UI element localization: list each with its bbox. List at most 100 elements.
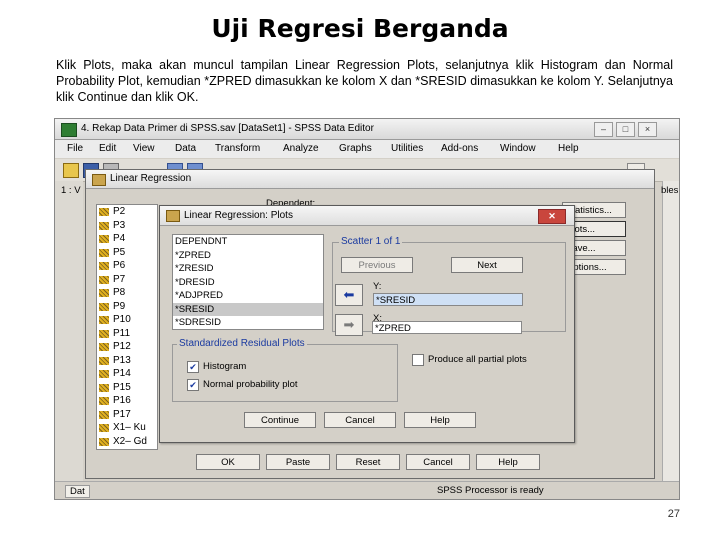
ok-button[interactable]: OK [196,454,260,470]
partial-plots-checkbox[interactable] [412,354,424,366]
variable-label: P12 [113,341,131,352]
variable-label: P9 [113,300,126,312]
source-item[interactable]: *ADJPRED [173,289,323,303]
slide-title: Uji Regresi Berganda [211,14,509,43]
variable-label: P6 [113,260,126,271]
move-to-y-arrow-icon[interactable]: ⬅ [335,284,363,306]
scale-variable-icon [99,424,109,432]
grid-icon [92,174,106,186]
variable-item[interactable]: P14 [97,367,157,381]
plots-help-button[interactable]: Help [404,412,476,428]
y-label: Y: [373,281,382,292]
close-icon[interactable]: ✕ [538,209,566,224]
scale-variable-icon [99,370,109,378]
variable-item[interactable]: P3 [97,219,157,233]
instruction-paragraph: Klik Plots, maka akan muncul tampilan Li… [56,58,673,104]
close-icon[interactable]: × [638,122,657,137]
scatter-group: Scatter 1 of 1 Previous Next Y: *SRESID … [332,236,566,332]
cancel-button[interactable]: Cancel [406,454,470,470]
help-button[interactable]: Help [476,454,540,470]
menu-analyze[interactable]: Analyze [283,143,319,154]
scale-variable-icon [99,235,109,243]
cut-text-right: bles [661,185,679,196]
variable-item[interactable]: P4 [97,232,157,246]
source-item[interactable]: DEPENDNT [173,235,323,249]
source-item[interactable]: *DRESID [173,276,323,290]
variable-label: P2 [113,206,126,217]
menu-window[interactable]: Window [500,143,536,154]
variable-item[interactable]: X2– Gd [97,435,157,449]
next-button[interactable]: Next [451,257,523,273]
variable-label: X2– Gd [113,435,147,447]
menu-addons[interactable]: Add-ons [441,143,478,154]
lr-titlebar: Linear Regression [86,170,654,189]
normal-probability-checkbox[interactable]: ✔ [187,379,199,391]
scale-variable-icon [99,302,109,311]
menu-data[interactable]: Data [175,143,196,154]
source-item[interactable]: *ZRESID [173,262,323,276]
scale-variable-icon [99,289,109,297]
variable-item[interactable]: P2 [97,205,157,219]
source-item[interactable]: *SRESID [173,302,323,316]
variable-label: P4 [113,233,126,244]
scale-variable-icon [99,221,109,230]
lr-title: Linear Regression [110,173,192,184]
scale-variable-icon [99,410,109,419]
data-view-tab[interactable]: Dat [65,485,90,498]
x-field[interactable]: *ZPRED [372,321,522,334]
variable-item[interactable]: P9 [97,300,157,314]
menu-help[interactable]: Help [558,143,579,154]
variable-label: X1– Ku [113,422,146,433]
menu-utilities[interactable]: Utilities [391,143,423,154]
variable-item[interactable]: X1– Ku [97,421,157,435]
open-icon[interactable] [63,163,79,178]
variable-label: P7 [113,273,126,285]
move-to-x-arrow-icon[interactable]: ➡ [335,314,363,336]
variable-item[interactable]: P17 [97,408,157,422]
partial-plots-label: Produce all partial plots [428,354,527,365]
menu-file[interactable]: File [67,143,83,154]
variable-label: P13 [113,354,131,366]
variable-list[interactable]: P2 P3 P4 P5 P6 P7 P8 P9 P10 P11 P12 P13 P14 P15 P16 P17… [96,204,158,450]
maximize-icon[interactable]: □ [616,122,635,137]
plots-cancel-button[interactable]: Cancel [324,412,396,428]
variable-label: P14 [113,368,131,379]
variable-item[interactable]: P12 [97,340,157,354]
variable-item[interactable]: P13 [97,354,157,368]
variable-item[interactable]: P6 [97,259,157,273]
variable-item[interactable]: P16 [97,394,157,408]
variable-item[interactable]: P7 [97,273,157,287]
reset-button[interactable]: Reset [336,454,400,470]
previous-button[interactable]: Previous [341,257,413,273]
variable-item[interactable]: P5 [97,246,157,260]
main-titlebar: 4. Rekap Data Primer di SPSS.sav [DataSe… [55,119,679,140]
variable-label: P16 [113,395,131,406]
status-text: SPSS Processor is ready [437,485,544,496]
source-variable-list[interactable]: DEPENDNT *ZPRED *ZRESID *DRESID *ADJPRED *SRE… [172,234,324,330]
vertical-scrollbar[interactable] [662,181,679,481]
source-item[interactable]: *ZPRED [173,249,323,263]
histogram-checkbox[interactable]: ✔ [187,361,199,373]
variable-item[interactable]: P8 [97,286,157,300]
continue-button[interactable]: Continue [244,412,316,428]
minimize-icon[interactable]: – [594,122,613,137]
variable-label: P3 [113,219,126,231]
paste-button[interactable]: Paste [266,454,330,470]
y-field[interactable]: *SRESID [373,293,523,306]
variable-item[interactable]: P15 [97,381,157,395]
variable-item[interactable]: P11 [97,327,157,341]
variable-label: P11 [113,327,131,339]
scale-variable-icon [99,397,109,405]
menu-view[interactable]: View [133,143,155,154]
variable-label: P5 [113,246,126,258]
plots-title: Linear Regression: Plots [184,210,293,221]
menu-graphs[interactable]: Graphs [339,143,372,154]
menu-edit[interactable]: Edit [99,143,116,154]
scale-variable-icon [99,208,109,216]
source-item[interactable]: *SDRESID [173,316,323,329]
variable-label: P15 [113,381,131,393]
scale-variable-icon [99,248,109,257]
standardized-residual-group: Standardized Residual Plots ✔ Histogram … [172,338,398,402]
menu-transform[interactable]: Transform [215,143,260,154]
variable-item[interactable]: P10 [97,313,157,327]
